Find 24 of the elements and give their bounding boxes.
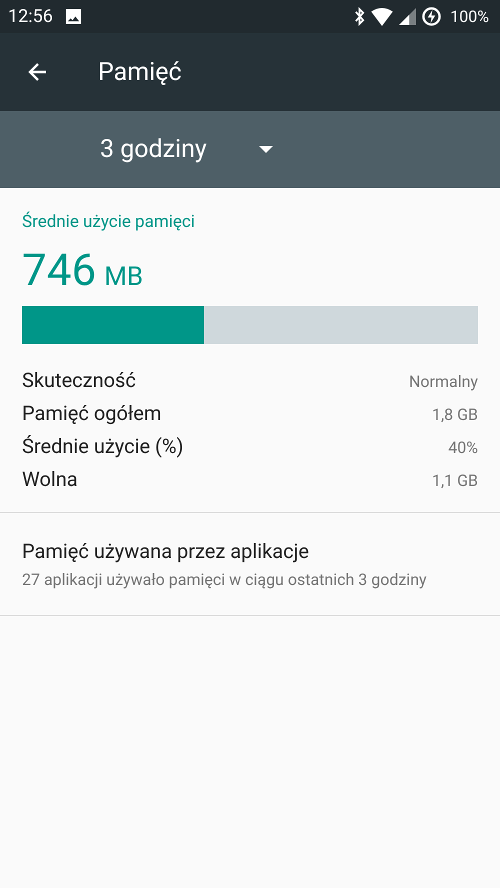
- screen-title: Pamięć: [98, 58, 182, 86]
- stat-label: Wolna: [22, 467, 78, 491]
- wifi-icon: [371, 8, 394, 26]
- bluetooth-icon: [354, 7, 366, 26]
- stat-label: Średnie użycie (%): [22, 434, 184, 458]
- stat-label: Skuteczność: [22, 368, 136, 392]
- item-summary: 27 aplikacji używało pamięci w ciągu ostatnich 3 godziny: [22, 569, 428, 591]
- memory-unit: MB: [104, 262, 144, 292]
- stat-label: Pamięć ogółem: [22, 401, 162, 425]
- apps-memory-item[interactable]: Pamięć używana przez aplikacje 27 aplikacji używało pamięci w ciągu ostatnich 3 godziny: [0, 513, 500, 615]
- item-title: Pamięć używana przez aplikacje: [22, 539, 310, 563]
- stat-value: Normalny: [409, 372, 478, 391]
- stat-value: 40%: [448, 438, 478, 457]
- signal-icon: [399, 8, 416, 25]
- battery-charging-icon: [422, 7, 442, 26]
- dropdown-arrow-icon: [258, 146, 273, 154]
- period-dropdown[interactable]: 3 godziny: [90, 129, 283, 170]
- image-icon: [64, 8, 82, 25]
- memory-amount: 746: [22, 244, 96, 296]
- stat-value: 1,8 GB: [432, 405, 478, 424]
- battery-level: 100%: [450, 7, 489, 26]
- stat-value: 1,1 GB: [432, 471, 478, 490]
- clock: 12:56: [8, 6, 53, 27]
- section-heading: Średnie użycie pamięci: [22, 212, 196, 232]
